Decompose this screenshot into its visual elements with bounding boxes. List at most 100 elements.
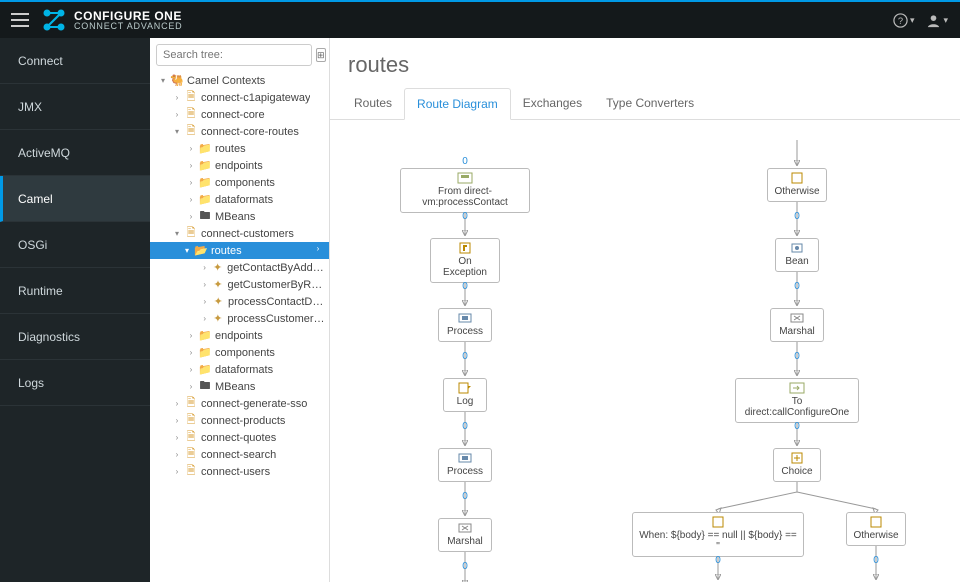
tab-label: Routes <box>354 96 392 110</box>
log-icon <box>457 382 473 394</box>
tree-node-endpoints[interactable]: ›📁endpoints <box>154 327 325 344</box>
tree-node-dataformats[interactable]: ›📁dataformats <box>154 361 325 378</box>
edge-count: 0 <box>462 156 468 167</box>
chevron-down-icon: ▾ <box>910 15 915 26</box>
tree-node-mbeans[interactable]: ›🖿MBeans <box>154 208 325 225</box>
menu-toggle[interactable] <box>0 1 40 39</box>
tree-node-routes[interactable]: ›📁routes <box>154 140 325 157</box>
bean-icon <box>789 242 805 254</box>
node-process[interactable]: Process <box>438 448 492 482</box>
chevron-down-icon: ▾ <box>172 229 182 238</box>
sidebar-item-jmx[interactable]: JMX <box>0 84 150 130</box>
chevron-down-icon: ▾ <box>158 76 168 85</box>
tree-node-route-item[interactable]: ›✦processContactDir… <box>154 293 325 310</box>
chevron-right-icon: › <box>172 93 182 102</box>
tree-node-context[interactable]: ›🗎connect-generate-sso <box>154 395 325 412</box>
sidebar-item-logs[interactable]: Logs <box>0 360 150 406</box>
tab-type-converters[interactable]: Type Converters <box>594 88 706 119</box>
node-process[interactable]: Process <box>438 308 492 342</box>
tree-node-context[interactable]: ›🗎connect-products <box>154 412 325 429</box>
node-to[interactable]: To direct:callConfigureOne <box>735 378 859 423</box>
tree-node-route-item[interactable]: ›✦processCustomerD… <box>154 310 325 327</box>
tree-node-context[interactable]: ▾🗎connect-core-routes <box>154 123 325 140</box>
tree-node-context[interactable]: ›🗎connect-users <box>154 463 325 480</box>
expand-all-button[interactable]: ⊞ <box>316 48 326 62</box>
node-otherwise[interactable]: Otherwise <box>846 512 906 546</box>
sidebar: Connect JMX ActiveMQ Camel OSGi Runtime … <box>0 38 150 582</box>
node-from[interactable]: From direct-vm:processContact <box>400 168 530 213</box>
process-icon <box>457 452 473 464</box>
edge-count: 0 <box>873 555 879 566</box>
node-label: Otherwise <box>853 530 898 541</box>
tree-label: MBeans <box>215 211 255 223</box>
node-bean[interactable]: Bean <box>775 238 819 272</box>
page-icon: 🗎 <box>184 106 198 123</box>
tree-label: dataformats <box>215 194 273 206</box>
tree-node-routes[interactable]: ▾📂routes› <box>150 242 329 259</box>
tree-label: processContactDir… <box>228 296 325 308</box>
tree-node-root[interactable]: ▾🐫Camel Contexts <box>154 72 325 89</box>
chevron-right-icon: › <box>186 365 196 374</box>
tree-label: endpoints <box>215 330 263 342</box>
edge-count: 0 <box>794 421 800 432</box>
brand-subtitle: CONNECT ADVANCED <box>74 22 182 31</box>
chevron-right-icon: › <box>200 297 210 306</box>
tree-node-components[interactable]: ›📁components <box>154 174 325 191</box>
tree-node-context[interactable]: ▾🗎connect-customers <box>154 225 325 242</box>
page-icon: 🗎 <box>184 395 198 412</box>
logo-icon <box>40 6 68 34</box>
node-otherwise[interactable]: Otherwise <box>767 168 827 202</box>
tree-node-context[interactable]: ›🗎connect-core <box>154 106 325 123</box>
tree-node-mbeans[interactable]: ›🖿MBeans <box>154 378 325 395</box>
node-marshal[interactable]: Marshal <box>770 308 824 342</box>
node-marshal[interactable]: Marshal <box>438 518 492 552</box>
edge-count: 0 <box>462 421 468 432</box>
sidebar-item-camel[interactable]: Camel <box>0 176 150 222</box>
node-when[interactable]: When: ${body} == null || ${body} == '' <box>632 512 804 557</box>
page-title: routes <box>330 38 960 88</box>
tab-route-diagram[interactable]: Route Diagram <box>404 88 511 120</box>
tree-node-route-item[interactable]: ›✦getContactByAddre… <box>154 259 325 276</box>
sidebar-item-connect[interactable]: Connect <box>0 38 150 84</box>
node-onexception[interactable]: On Exception <box>430 238 500 283</box>
tree-label: connect-products <box>201 415 285 427</box>
search-input[interactable] <box>156 44 312 66</box>
tree-node-components[interactable]: ›📁components <box>154 344 325 361</box>
sidebar-item-diagnostics[interactable]: Diagnostics <box>0 314 150 360</box>
sidebar-item-activemq[interactable]: ActiveMQ <box>0 130 150 176</box>
chevron-down-icon: ▾ <box>182 246 192 255</box>
node-label: To direct:callConfigureOne <box>745 396 850 418</box>
tree-node-endpoints[interactable]: ›📁endpoints <box>154 157 325 174</box>
node-label: Bean <box>785 256 808 267</box>
tree-label: dataformats <box>215 364 273 376</box>
tree-label: endpoints <box>215 160 263 172</box>
node-choice[interactable]: Choice <box>773 448 821 482</box>
route-icon: ✦ <box>211 312 224 325</box>
user-menu[interactable]: ▾ <box>926 13 948 28</box>
sidebar-item-runtime[interactable]: Runtime <box>0 268 150 314</box>
tree-label: connect-customers <box>201 228 294 240</box>
mbean-icon: 🖿 <box>198 378 212 395</box>
tree-node-context[interactable]: ›🗎connect-quotes <box>154 429 325 446</box>
sidebar-item-osgi[interactable]: OSGi <box>0 222 150 268</box>
edge-count: 0 <box>794 211 800 222</box>
node-log[interactable]: Log <box>443 378 487 412</box>
sidebar-item-label: Logs <box>18 376 44 390</box>
tree-node-route-item[interactable]: ›✦getCustomerByRef… <box>154 276 325 293</box>
tree-label: connect-users <box>201 466 270 478</box>
page-icon: 🗎 <box>184 446 198 463</box>
tree-node-context[interactable]: ›🗎connect-c1apigateway <box>154 89 325 106</box>
otherwise-icon <box>868 516 884 528</box>
tab-routes[interactable]: Routes <box>342 88 404 119</box>
tab-exchanges[interactable]: Exchanges <box>511 88 594 119</box>
tab-label: Route Diagram <box>417 97 498 111</box>
to-icon <box>789 382 805 394</box>
page-icon: 🗎 <box>184 123 198 140</box>
tree-node-dataformats[interactable]: ›📁dataformats <box>154 191 325 208</box>
tree-node-context[interactable]: ›🗎connect-search <box>154 446 325 463</box>
tree-label: connect-c1apigateway <box>201 92 310 104</box>
node-label: Process <box>447 326 483 337</box>
tree-label: connect-search <box>201 449 276 461</box>
help-menu[interactable]: ? ▾ <box>893 13 915 28</box>
route-diagram[interactable]: 0 From direct-vm:processContact 0 On Exc… <box>330 140 960 582</box>
